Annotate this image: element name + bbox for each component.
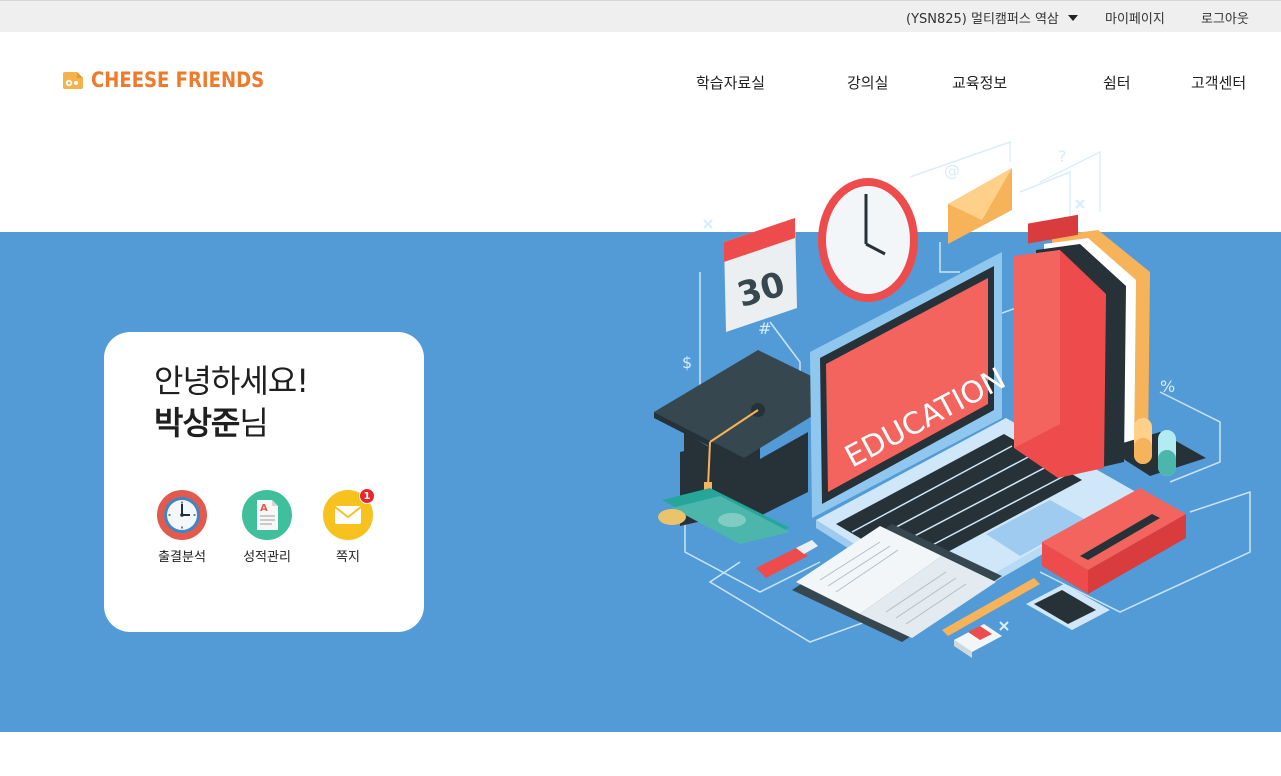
email-symbol: @ [944,161,960,180]
nav-customer-center[interactable]: 고객센터 [1191,72,1246,93]
question-symbol: ? [1058,147,1067,166]
calculator-icon [1026,584,1110,630]
quick-messages-label: 쪽지 [336,550,360,565]
honorific-suffix: 님 [239,404,268,442]
nav-classroom[interactable]: 강의실 [847,72,888,93]
quick-attendance-label: 출결분석 [158,550,206,565]
calendar-icon: 30 [724,218,797,332]
svg-text:A: A [260,503,268,514]
top-utility-bar: (YSN825) 멀티캠퍼스 역삼 마이페이지 로그아웃 [0,0,1281,32]
percent-symbol: % [1160,377,1175,396]
usb-stick-icon [756,540,818,578]
logout-link[interactable]: 로그아웃 [1201,8,1249,27]
user-name: 박상준 [154,404,240,442]
quick-grades-label: 성적관리 [243,550,291,565]
quick-attendance[interactable]: 출결분석 [142,490,222,565]
wall-clock-icon [818,178,918,302]
logo-text: CHEESE FRIENDS [91,68,265,92]
clock-icon [157,490,207,540]
hash-symbol: # [758,319,771,338]
welcome-card: 안녕하세요! 박상준님 출결분석 A 성적관리 1 쪽지 [104,332,424,632]
mypage-link[interactable]: 마이페이지 [1105,8,1165,27]
cheese-logo-icon [63,72,83,89]
grade-document-icon: A [242,490,292,540]
greeting-text: 안녕하세요! [154,362,309,400]
quick-messages[interactable]: 1 쪽지 [308,488,388,565]
site-logo[interactable]: CHEESE FRIENDS [61,68,292,92]
caret-down-icon [1067,14,1078,21]
books-icon [1014,214,1150,478]
campus-label: (YSN825) 멀티캠퍼스 역삼 [906,12,1059,27]
campus-selector[interactable]: (YSN825) 멀티캠퍼스 역삼 [906,8,1078,27]
nav-education-info[interactable]: 교육정보 [952,72,1007,93]
education-illustration: @ ? % $ # 30 EDUCATION [654,140,1251,658]
dollar-symbol: $ [682,353,692,372]
nav-lounge[interactable]: 쉼터 [1103,72,1131,93]
nav-learning-materials[interactable]: 학습자료실 [696,72,765,93]
envelope-icon: 1 [323,488,375,540]
eraser-icon [954,624,1002,658]
quick-grades[interactable]: A 성적관리 [227,490,307,565]
user-name-line: 박상준님 [154,402,269,444]
unread-badge: 1 [359,488,375,504]
